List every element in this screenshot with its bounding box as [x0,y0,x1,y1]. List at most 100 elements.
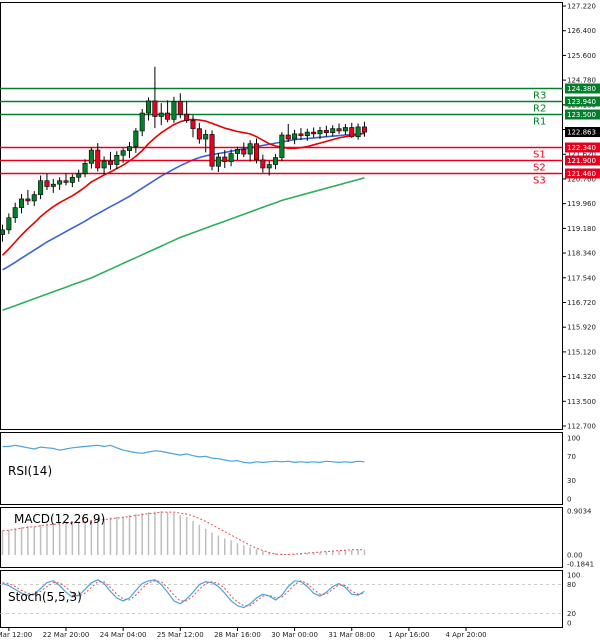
candle-bull [355,126,361,138]
candle-bull [203,134,209,140]
candle-bear [260,159,266,169]
candle-bear [107,160,113,165]
candle-bull [273,157,279,165]
price-tick-label: 112.700 [567,423,596,431]
time-tick-label: 28 Mar 16:00 [214,631,261,639]
candle-bull [6,217,12,231]
price-tick-label: 116.720 [567,299,596,307]
candle-bull [120,150,126,156]
level-badge-text: 122.340 [567,144,596,152]
price-tick-label: 115.120 [567,348,596,356]
time-tick-label: 30 Mar 00:00 [271,631,318,639]
time-tick-label: 22 Mar 20:00 [43,631,90,639]
candle-bear [177,101,183,115]
candle-bull [139,112,145,132]
price-tick-label: 127.220 [567,3,596,11]
candle-bull [114,154,120,165]
candle-bear [285,134,291,140]
candle-bull [88,149,94,164]
level-tag-s2: S2 [533,163,546,174]
candle-bear [152,100,158,117]
candle-bear [311,131,317,135]
candle-bull [215,156,221,167]
pane-frame-price [0,2,563,430]
time-tick-label: 4 Apr 20:00 [445,631,486,639]
macd-tick-label: 0.9034 [567,508,592,516]
candle-bear [63,180,69,183]
level-badge-text: 124.380 [567,85,596,93]
price-tick-label: 126.400 [567,27,596,35]
candle-bear [196,128,202,140]
candle-bull [101,160,107,169]
candle-bull [342,127,348,132]
price-tick-label: 115.920 [567,324,596,332]
candle-bull [76,173,82,178]
candle-bull [12,207,18,219]
time-tick-label: 31 Mar 08:00 [328,631,375,639]
price-tick-label: 114.320 [567,373,596,381]
time-tick-label: 24 Mar 04:00 [100,631,147,639]
level-tag-s3: S3 [533,176,546,187]
level-tag-s1: S1 [533,150,546,161]
rsi-tick-label: 100 [567,435,580,443]
macd-tick-label: -0.1841 [567,561,594,569]
pane-frame-stoch [0,570,563,628]
stoch-tick-label: 0 [567,620,571,628]
candle-bull [82,163,88,175]
stoch-label: Stoch(5,5,3) [8,590,82,604]
candle-bear [323,130,329,133]
time-tick-label: 1 Apr 16:00 [388,631,429,639]
candle-bull [247,143,253,155]
candle-bear [44,180,50,187]
candle-bear [349,127,355,138]
level-badge-text: 121.460 [567,170,596,178]
rsi-tick-label: 30 [567,477,576,485]
level-badge-text: 123.500 [567,111,596,119]
price-tick-label: 117.540 [567,274,596,282]
stoch-tick-label: 80 [567,581,576,589]
candle-bull [133,130,139,147]
time-tick-label: 21 Mar 12:00 [0,631,32,639]
level-badge-text: 121.900 [567,157,596,165]
candle-bull [304,131,310,136]
price-tick-label: 119.960 [567,200,596,208]
candle-bear [165,112,171,120]
candle-bull [266,164,272,169]
macd-label: MACD(12,26,9) [14,512,105,526]
stoch-tick-label: 20 [567,610,576,618]
rsi-tick-label: 70 [567,453,576,461]
level-tag-r3: R3 [533,91,546,102]
candle-bull [31,194,37,202]
price-tick-label: 118.340 [567,250,596,258]
candle-bear [209,134,215,167]
candle-bull [38,180,44,195]
pane-frame-rsi [0,432,563,505]
candle-bear [95,149,101,169]
price-tick-label: 124.780 [567,77,596,85]
price-tick-label: 119.180 [567,225,596,233]
candle-bull [330,128,336,133]
current-price-text: 122.863 [567,129,596,137]
level-badge-text: 123.940 [567,98,596,106]
candle-bull [279,134,285,158]
candle-bear [361,126,367,133]
candle-bear [298,133,304,136]
candle-bull [0,229,5,235]
candle-bear [25,198,31,202]
candle-bear [336,128,342,132]
rsi-tick-label: 0 [567,496,571,504]
level-tag-r2: R2 [533,104,546,115]
candle-bear [184,113,190,121]
rsi-label: RSI(14) [8,464,52,478]
candle-bull [127,146,133,151]
candle-bear [190,120,196,129]
candle-bull [234,149,240,154]
candle-bull [171,101,177,120]
price-tick-label: 113.500 [567,398,596,406]
candle-bull [69,176,75,183]
candle-bull [146,100,152,114]
candle-bear [254,143,260,161]
candle-bull [50,183,56,187]
candle-bear [241,149,247,155]
macd-tick-label: 0.00 [567,552,583,560]
